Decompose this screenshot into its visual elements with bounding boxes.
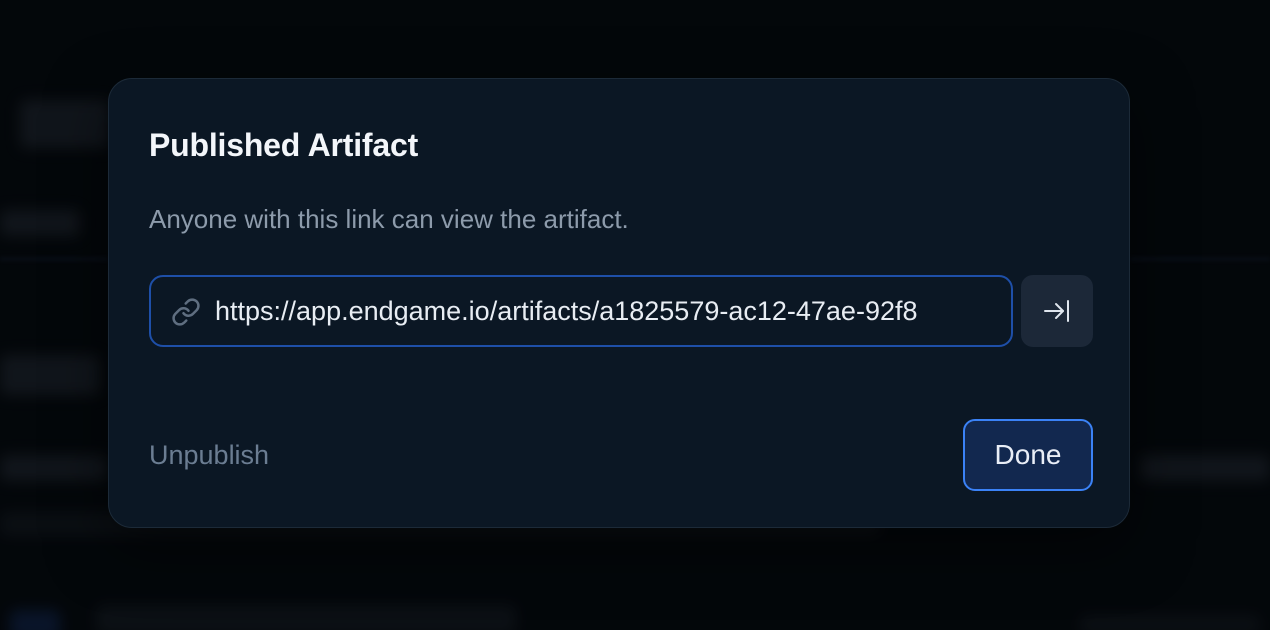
open-link-button[interactable] [1021, 275, 1093, 347]
published-artifact-dialog: Published Artifact Anyone with this link… [108, 78, 1130, 528]
done-button[interactable]: Done [963, 419, 1093, 491]
dialog-title: Published Artifact [149, 127, 419, 163]
arrow-right-to-bar-icon [1044, 300, 1069, 322]
link-icon [171, 297, 201, 327]
share-link-input[interactable] [215, 277, 995, 345]
unpublish-button[interactable]: Unpublish [149, 435, 269, 475]
share-link-field[interactable] [149, 275, 1013, 347]
dialog-description: Anyone with this link can view the artif… [149, 204, 629, 234]
